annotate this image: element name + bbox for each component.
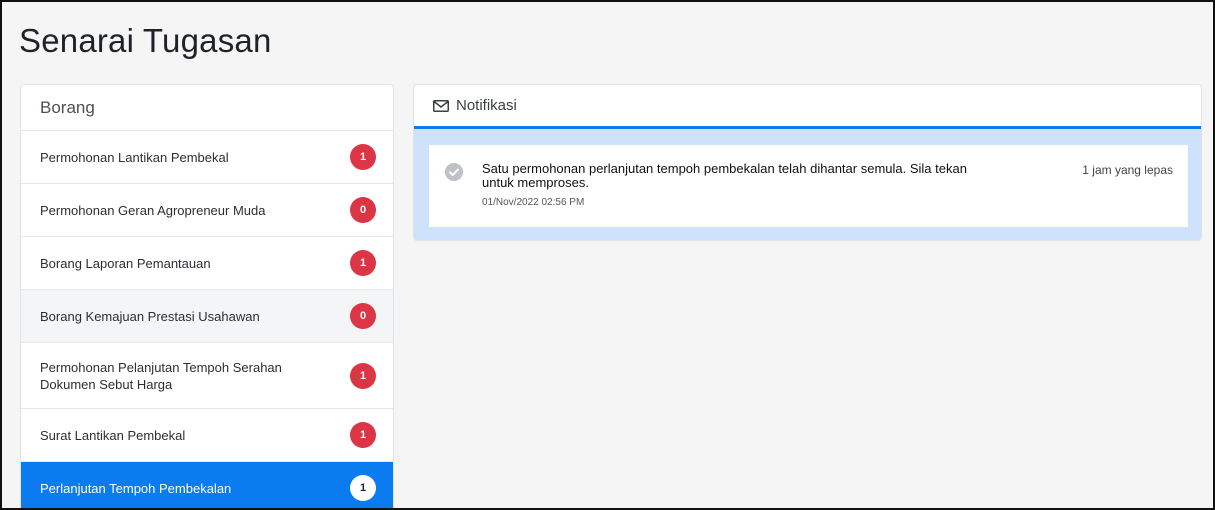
count-badge: 0 xyxy=(350,197,376,223)
notifications-panel: Notifikasi Satu permohonan perlanjutan t… xyxy=(413,84,1202,241)
forms-panel: Borang Permohonan Lantikan Pembekal 1 Pe… xyxy=(20,84,394,508)
check-circle-icon xyxy=(445,163,463,181)
notifications-title: Notifikasi xyxy=(456,97,517,114)
form-item-label: Permohonan Lantikan Pembekal xyxy=(40,149,229,165)
notification-item[interactable]: Satu permohonan perlanjutan tempoh pembe… xyxy=(429,145,1188,227)
count-badge: 1 xyxy=(350,362,376,389)
count-badge: 1 xyxy=(350,250,376,276)
forms-panel-header: Borang xyxy=(21,85,393,131)
count-badge: 1 xyxy=(350,422,376,448)
form-item-borang-kemajuan-prestasi-usahawan[interactable]: Borang Kemajuan Prestasi Usahawan 0 xyxy=(21,290,393,343)
form-item-borang-laporan-pemantauan[interactable]: Borang Laporan Pemantauan 1 xyxy=(21,237,393,290)
form-item-label: Permohonan Geran Agropreneur Muda xyxy=(40,202,266,218)
page-title: Senarai Tugasan xyxy=(19,22,272,59)
envelope-icon xyxy=(433,99,449,112)
count-badge: 1 xyxy=(350,475,376,501)
form-item-permohonan-geran-agropreneur-muda[interactable]: Permohonan Geran Agropreneur Muda 0 xyxy=(21,184,393,237)
form-item-perlanjutan-tempoh-pembekalan[interactable]: Perlanjutan Tempoh Pembekalan 1 xyxy=(21,462,393,508)
form-item-permohonan-lantikan-pembekal[interactable]: Permohonan Lantikan Pembekal 1 xyxy=(21,131,393,184)
form-item-label: Borang Laporan Pemantauan xyxy=(40,255,211,271)
notification-date: 01/Nov/2022 02:56 PM xyxy=(482,197,585,208)
form-item-label: Borang Kemajuan Prestasi Usahawan xyxy=(40,308,260,324)
form-item-surat-lantikan-pembekal[interactable]: Surat Lantikan Pembekal 1 xyxy=(21,409,393,462)
form-item-label: Perlanjutan Tempoh Pembekalan xyxy=(40,480,232,496)
form-item-label: Permohonan Pelanjutan Tempoh Serahan Dok… xyxy=(40,359,282,392)
count-badge: 1 xyxy=(350,144,376,170)
notifications-panel-header: Notifikasi xyxy=(414,85,1201,129)
app-frame: Senarai Tugasan Borang Permohonan Lantik… xyxy=(0,0,1215,510)
notification-time-ago: 1 jam yang lepas xyxy=(1082,163,1173,177)
notification-message: Satu permohonan perlanjutan tempoh pembe… xyxy=(482,161,967,190)
form-item-label: Surat Lantikan Pembekal xyxy=(40,427,186,443)
count-badge: 0 xyxy=(350,303,376,329)
form-item-permohonan-pelanjutan-tempoh-serahan[interactable]: Permohonan Pelanjutan Tempoh Serahan Dok… xyxy=(21,343,393,409)
